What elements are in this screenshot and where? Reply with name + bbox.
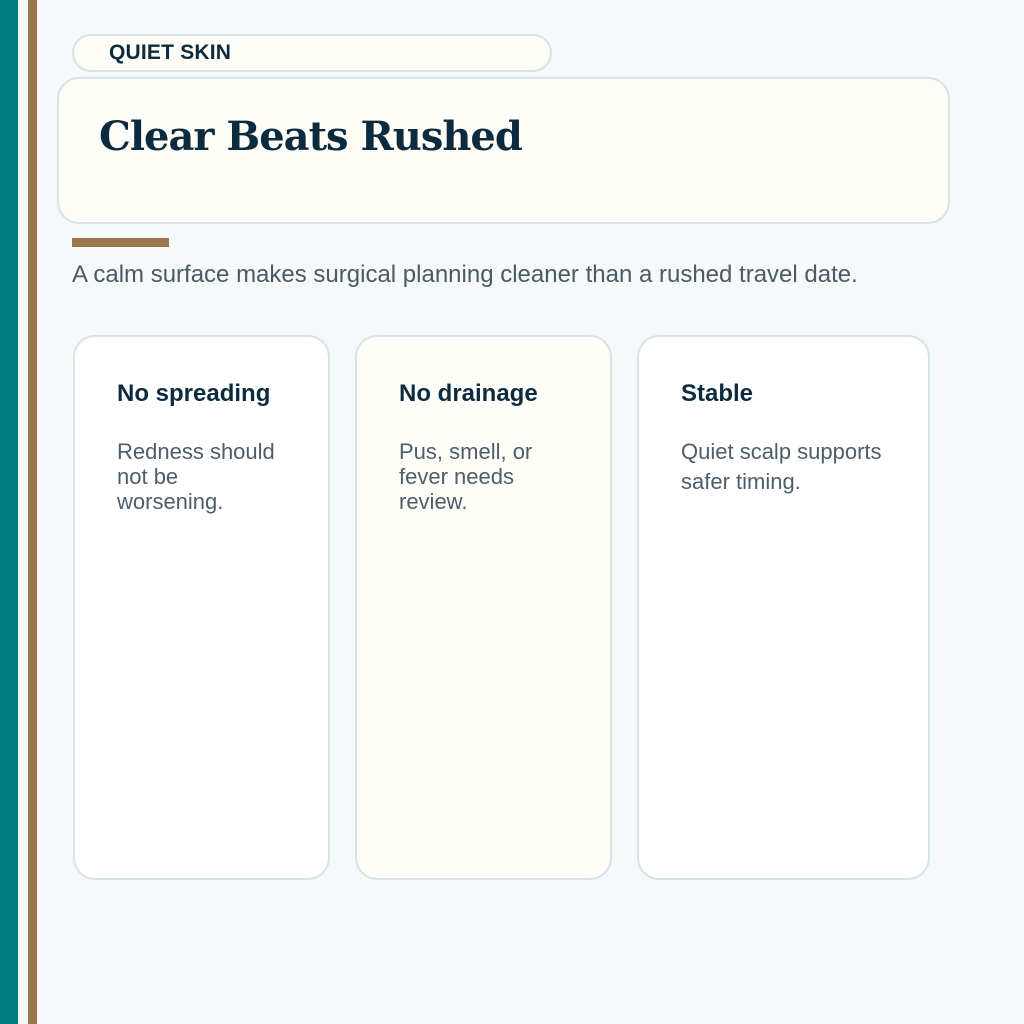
card-body: Pus, smell, or fever needs review.	[399, 439, 533, 514]
card-body: Redness should not be worsening.	[117, 439, 275, 514]
page-title: Clear Beats Rushed	[99, 113, 523, 160]
card-title: Stable	[681, 380, 754, 407]
teal-side-rail	[0, 0, 18, 1024]
brown-side-rail	[28, 0, 37, 1024]
summary-text: A calm surface makes surgical planning c…	[72, 261, 858, 288]
card-title: No spreading	[117, 380, 271, 407]
hero-panel: Clear Beats Rushed	[57, 77, 950, 224]
card-no-drainage: No drainage Pus, smell, or fever needs r…	[355, 335, 612, 880]
card-stable: Stable Quiet scalp supports safer timing…	[637, 335, 930, 880]
accent-divider	[72, 238, 169, 247]
eyebrow-label: QUIET SKIN	[72, 34, 552, 72]
card-title: No drainage	[399, 380, 538, 407]
card-no-spreading: No spreading Redness should not be worse…	[73, 335, 330, 880]
card-body: Quiet scalp supports safer timing.	[681, 439, 882, 494]
